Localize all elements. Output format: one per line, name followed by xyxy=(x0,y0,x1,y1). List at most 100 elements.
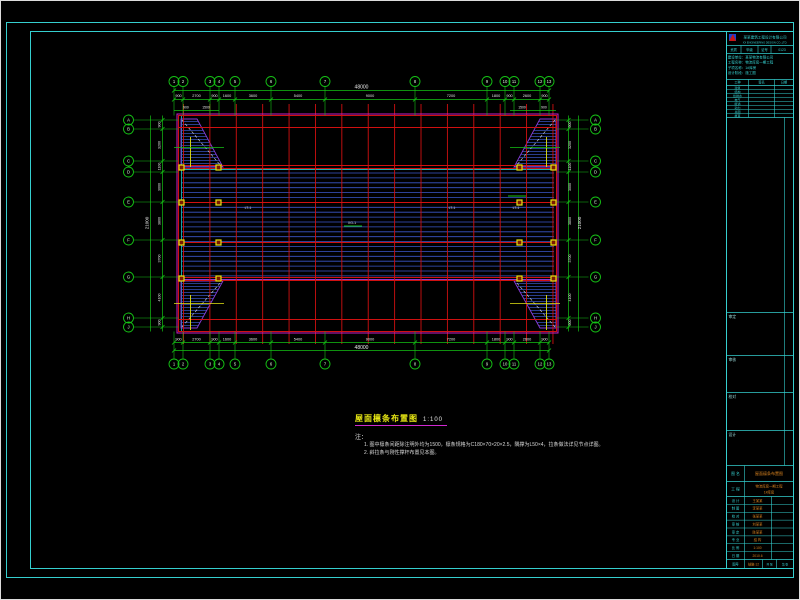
axis-bubble-bottom-6: 6 xyxy=(266,359,276,369)
svg-text:4: 4 xyxy=(218,362,221,367)
brace-bay xyxy=(514,119,556,167)
svg-text:13: 13 xyxy=(547,362,552,367)
svg-text:3700: 3700 xyxy=(158,255,162,263)
svg-text:G: G xyxy=(127,275,130,280)
svg-text:设计阶段：施工图: 设计阶段：施工图 xyxy=(728,70,756,75)
svg-text:900: 900 xyxy=(211,338,217,342)
svg-text:9: 9 xyxy=(486,362,489,367)
axis-bubble-bottom-5: 5 xyxy=(230,359,240,369)
svg-text:1: 1 xyxy=(173,79,176,84)
svg-text:3000: 3000 xyxy=(158,183,162,191)
svg-text:结 构: 结 构 xyxy=(754,537,762,542)
dims-right: 90032001100300038003700410090021000 xyxy=(557,116,589,332)
svg-text:签名: 签名 xyxy=(758,80,764,85)
svg-text:13: 13 xyxy=(547,79,552,84)
svg-text:F: F xyxy=(594,238,597,243)
axis-bubble-top-10: 10 xyxy=(500,77,510,87)
drawing-scale: 1:100 xyxy=(423,417,443,423)
svg-text:陈某某: 陈某某 xyxy=(753,529,764,534)
axis-bubble-top-13: 13 xyxy=(544,77,554,87)
svg-text:2700: 2700 xyxy=(192,338,200,342)
svg-text:2: 2 xyxy=(182,79,185,84)
axis-bubbles-left: ABCDEFGHJ xyxy=(124,115,134,332)
svg-text:2600: 2600 xyxy=(523,338,531,342)
axis-bubble-left-E: E xyxy=(124,197,134,207)
svg-text:8: 8 xyxy=(414,362,417,367)
svg-text:3: 3 xyxy=(209,362,212,367)
svg-text:900: 900 xyxy=(506,94,512,98)
svg-text:48000: 48000 xyxy=(355,85,369,91)
svg-text:2700: 2700 xyxy=(192,94,200,98)
svg-text:A: A xyxy=(127,118,130,123)
axis-bubble-bottom-3: 3 xyxy=(205,359,215,369)
svg-text:H: H xyxy=(594,316,597,321)
axis-bubbles-bottom: 12345678910111213 xyxy=(169,359,554,369)
axis-bubble-right-B: B xyxy=(591,124,601,134)
cad-canvas: LT-1XG-1LT-1LT-1900270090016003600540090… xyxy=(0,0,800,600)
svg-text:3000: 3000 xyxy=(568,183,572,191)
svg-text:5: 5 xyxy=(234,79,237,84)
svg-text:1100: 1100 xyxy=(568,163,572,171)
svg-text:建设单位：某某物流有限公司: 建设单位：某某物流有限公司 xyxy=(728,55,774,60)
axis-bubble-left-H: H xyxy=(124,313,134,323)
svg-text:900: 900 xyxy=(506,338,512,342)
axis-bubble-left-F: F xyxy=(124,235,134,245)
svg-text:4100: 4100 xyxy=(568,294,572,302)
brace-bay xyxy=(181,119,223,167)
svg-text:9: 9 xyxy=(486,79,489,84)
axis-bubble-right-H: H xyxy=(591,313,601,323)
axis-bubble-left-C: C xyxy=(124,156,134,166)
svg-text:LT-1: LT-1 xyxy=(513,206,520,210)
svg-text:1600: 1600 xyxy=(223,338,231,342)
svg-text:1: 1 xyxy=(173,362,176,367)
axis-bubble-top-4: 4 xyxy=(214,77,224,87)
svg-text:10: 10 xyxy=(503,79,508,84)
svg-text:1500: 1500 xyxy=(518,106,526,110)
svg-text:900: 900 xyxy=(175,338,181,342)
svg-text:900: 900 xyxy=(211,94,217,98)
svg-text:共 张: 共 张 xyxy=(766,562,773,566)
cad-sheet: LT-1XG-1LT-1LT-1900270090016003600540090… xyxy=(0,0,800,600)
svg-text:比 例: 比 例 xyxy=(732,545,740,550)
axis-bubble-top-7: 7 xyxy=(320,77,330,87)
svg-text:制 图: 制 图 xyxy=(732,506,740,511)
svg-text:11: 11 xyxy=(512,362,517,367)
svg-text:甲级: 甲级 xyxy=(746,47,753,52)
svg-text:H: H xyxy=(127,316,130,321)
svg-text:审 定: 审 定 xyxy=(732,529,740,534)
drawing-title: 屋面檩条布置图1:100 xyxy=(355,413,447,426)
svg-text:物流库房一期工程: 物流库房一期工程 xyxy=(755,484,783,489)
axis-bubble-right-D: D xyxy=(591,167,601,177)
svg-text:12: 12 xyxy=(538,362,543,367)
svg-text:李某某: 李某某 xyxy=(753,506,764,511)
svg-text:2010.6: 2010.6 xyxy=(752,554,762,558)
svg-text:XX ENGINEERING DESIGN CO.,LTD.: XX ENGINEERING DESIGN CO.,LTD. xyxy=(743,41,788,45)
svg-text:B: B xyxy=(594,127,597,132)
svg-text:1#库房: 1#库房 xyxy=(764,490,775,495)
svg-text:3600: 3600 xyxy=(249,94,257,98)
axis-bubble-right-F: F xyxy=(591,235,601,245)
axis-bubble-top-2: 2 xyxy=(178,77,188,87)
axis-bubble-bottom-11: 11 xyxy=(509,359,519,369)
axis-bubble-left-A: A xyxy=(124,115,134,125)
svg-text:B: B xyxy=(127,127,130,132)
svg-text:J: J xyxy=(594,325,596,330)
svg-text:D: D xyxy=(127,170,130,175)
svg-text:2: 2 xyxy=(182,362,185,367)
svg-text:9000: 9000 xyxy=(366,94,374,98)
axis-bubble-top-11: 11 xyxy=(509,77,519,87)
svg-text:某某建筑工程设计有限公司: 某某建筑工程设计有限公司 xyxy=(743,35,787,40)
axis-bubble-right-G: G xyxy=(591,272,601,282)
svg-text:1800: 1800 xyxy=(492,94,500,98)
axis-bubble-right-J: J xyxy=(591,322,601,332)
svg-text:审核: 审核 xyxy=(729,357,737,362)
svg-text:900: 900 xyxy=(541,338,547,342)
axis-bubble-bottom-13: 13 xyxy=(544,359,554,369)
svg-text:图号: 图号 xyxy=(732,561,738,566)
sheet-frames xyxy=(7,23,794,578)
brace-bay xyxy=(514,281,556,328)
axis-bubble-top-1: 1 xyxy=(169,77,179,87)
axis-bubble-bottom-2: 2 xyxy=(178,359,188,369)
svg-text:900: 900 xyxy=(183,106,189,110)
svg-text:7200: 7200 xyxy=(447,338,455,342)
